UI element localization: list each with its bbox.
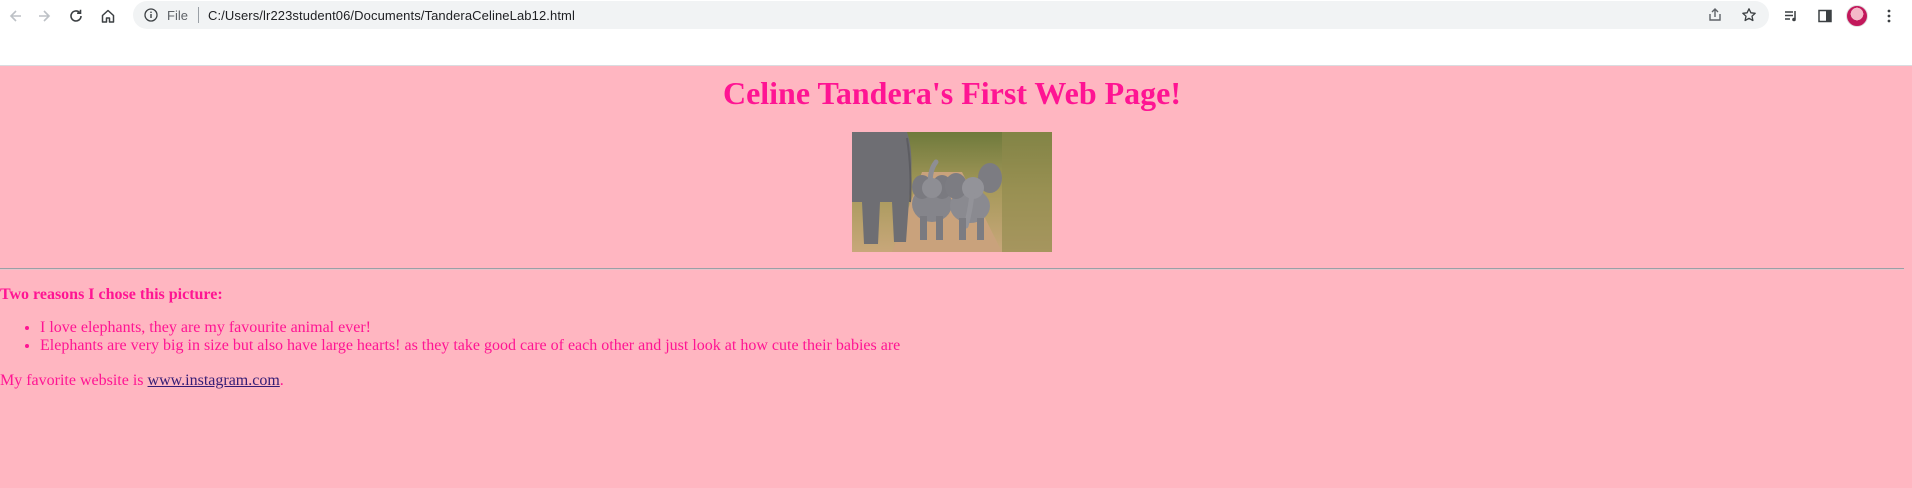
reasons-list: I love elephants, they are my favourite …: [0, 319, 900, 355]
favorite-suffix: .: [279, 372, 284, 389]
scheme-label: File: [167, 7, 188, 23]
info-icon[interactable]: [143, 7, 159, 23]
omnibox-actions: [1705, 5, 1759, 25]
list-item: I love elephants, they are my favourite …: [40, 319, 900, 337]
address-bar[interactable]: File C:/Users/lr223student06/Documents/T…: [133, 1, 1769, 29]
url-text[interactable]: C:/Users/lr223student06/Documents/Tander…: [208, 8, 575, 23]
browser-toolbar: File C:/Users/lr223student06/Documents/T…: [0, 0, 1912, 31]
web-page: Celine Tandera's First Web Page! Two rea…: [0, 66, 1912, 488]
kebab-menu-icon[interactable]: [1877, 4, 1901, 28]
list-item: Elephants are very big in size but also …: [40, 337, 900, 355]
media-controls-icon[interactable]: [1779, 4, 1803, 28]
horizontal-rule: [0, 268, 1904, 270]
back-arrow-icon[interactable]: [4, 4, 28, 28]
side-panel-icon[interactable]: [1813, 4, 1837, 28]
star-icon[interactable]: [1739, 5, 1759, 25]
favorite-website-text: My favorite website is www.instagram.com…: [0, 372, 284, 390]
home-icon[interactable]: [96, 4, 120, 28]
omnibox-separator: [197, 7, 199, 23]
profile-avatar[interactable]: [1845, 4, 1869, 28]
page-title: Celine Tandera's First Web Page!: [722, 75, 1182, 111]
elephant-image: [852, 132, 1052, 252]
forward-arrow-icon[interactable]: [32, 4, 56, 28]
favorite-prefix: My favorite website is: [0, 372, 148, 389]
browser-chrome: File C:/Users/lr223student06/Documents/T…: [0, 0, 1912, 66]
share-icon[interactable]: [1705, 5, 1725, 25]
reload-icon[interactable]: [64, 4, 88, 28]
instagram-link[interactable]: www.instagram.com: [148, 372, 280, 389]
reasons-heading: Two reasons I chose this picture:: [0, 286, 223, 303]
